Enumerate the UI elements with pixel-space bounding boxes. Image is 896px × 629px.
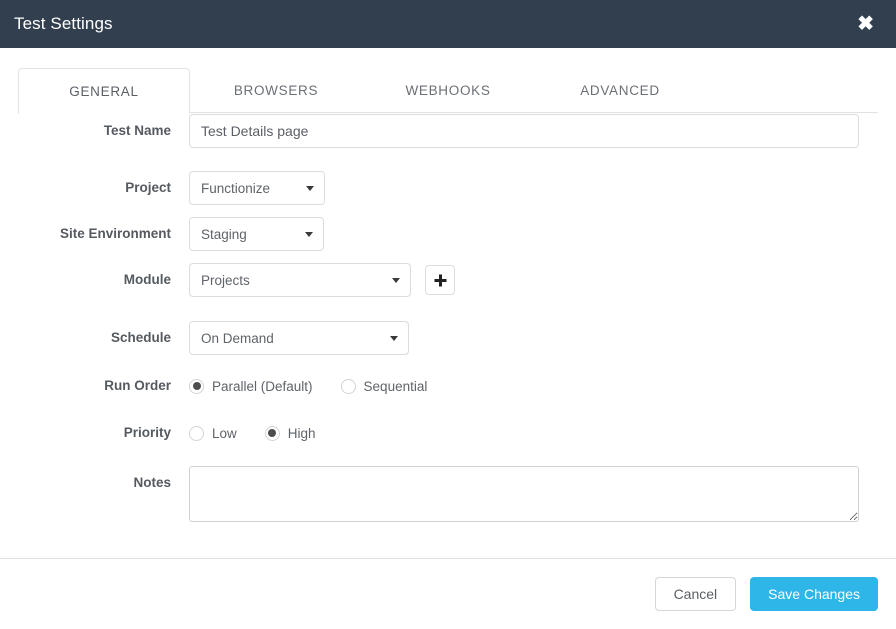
notes-control [189, 466, 878, 522]
site-environment-control: Staging [189, 217, 878, 251]
schedule-select-value: On Demand [201, 330, 274, 346]
form-row-priority: Priority Low High [18, 416, 878, 450]
chevron-down-icon [305, 232, 313, 237]
form-row-notes: Notes [18, 466, 878, 522]
modal-title: Test Settings [14, 14, 113, 33]
notes-textarea[interactable] [189, 466, 859, 522]
radio-icon [189, 378, 204, 394]
run-order-label: Run Order [104, 378, 171, 393]
priority-radio-group: Low High [189, 416, 316, 450]
tab-advanced[interactable]: ADVANCED [534, 68, 706, 113]
form-row-test-name: Test Name [18, 114, 878, 148]
run-order-option-sequential[interactable]: Sequential [340, 378, 428, 394]
radio-icon [264, 425, 280, 441]
site-environment-select[interactable]: Staging [189, 217, 324, 251]
priority-option-high[interactable]: High [264, 425, 316, 441]
chevron-down-icon [392, 278, 400, 283]
run-order-control: Parallel (Default) Sequential [189, 369, 878, 403]
project-label: Project [125, 180, 171, 195]
project-select-value: Functionize [201, 180, 271, 196]
form-row-module: Module Projects [18, 263, 878, 297]
site-environment-select-value: Staging [201, 226, 247, 242]
tabs-container: GENERAL BROWSERS WEBHOOKS ADVANCED [0, 48, 896, 114]
tab-webhooks[interactable]: WEBHOOKS [362, 68, 534, 113]
tab-list: GENERAL BROWSERS WEBHOOKS ADVANCED [0, 68, 896, 114]
form-row-run-order: Run Order Parallel (Default) Sequential [18, 369, 878, 403]
schedule-select[interactable]: On Demand [189, 321, 409, 355]
test-name-control [189, 114, 878, 148]
test-settings-modal: Test Settings ✖ GENERAL BROWSERS WEBHOOK… [0, 0, 896, 629]
priority-label: Priority [123, 425, 171, 440]
chevron-down-icon [306, 186, 314, 191]
test-name-input[interactable] [189, 114, 859, 148]
tab-browsers[interactable]: BROWSERS [190, 68, 362, 113]
notes-label: Notes [133, 475, 171, 490]
chevron-down-icon [390, 336, 398, 341]
plus-icon [434, 274, 447, 287]
modal-header: Test Settings ✖ [0, 0, 896, 48]
module-label: Module [123, 272, 171, 287]
close-icon[interactable]: ✖ [853, 12, 878, 36]
module-select-value: Projects [201, 272, 250, 288]
cancel-button[interactable]: Cancel [654, 577, 737, 611]
priority-option-low[interactable]: Low [189, 425, 237, 441]
schedule-control: On Demand [189, 321, 878, 355]
module-control: Projects [189, 263, 878, 297]
run-order-radio-group: Parallel (Default) Sequential [189, 369, 427, 403]
radio-icon [189, 425, 204, 441]
modal-body: Test Name Project Functionize Site Envir… [0, 93, 896, 558]
priority-option-high-label: High [287, 425, 316, 441]
tab-general[interactable]: GENERAL [18, 68, 190, 114]
modal-footer: Cancel Save Changes [0, 558, 896, 629]
form-row-schedule: Schedule On Demand [18, 321, 878, 355]
add-module-button[interactable] [425, 265, 455, 295]
module-select[interactable]: Projects [189, 263, 411, 297]
form-row-site-environment: Site Environment Staging [18, 217, 878, 251]
radio-icon [340, 378, 356, 394]
save-changes-button[interactable]: Save Changes [750, 577, 878, 611]
run-order-option-sequential-label: Sequential [363, 378, 428, 394]
site-environment-label: Site Environment [59, 226, 171, 241]
schedule-label: Schedule [110, 330, 171, 345]
project-select[interactable]: Functionize [189, 171, 325, 205]
priority-option-low-label: Low [212, 425, 237, 441]
run-order-option-parallel-label: Parallel (Default) [212, 378, 313, 394]
run-order-option-parallel[interactable]: Parallel (Default) [189, 378, 313, 394]
test-name-label: Test Name [103, 123, 171, 138]
form-row-project: Project Functionize [18, 171, 878, 205]
priority-control: Low High [189, 416, 878, 450]
project-control: Functionize [189, 171, 878, 205]
